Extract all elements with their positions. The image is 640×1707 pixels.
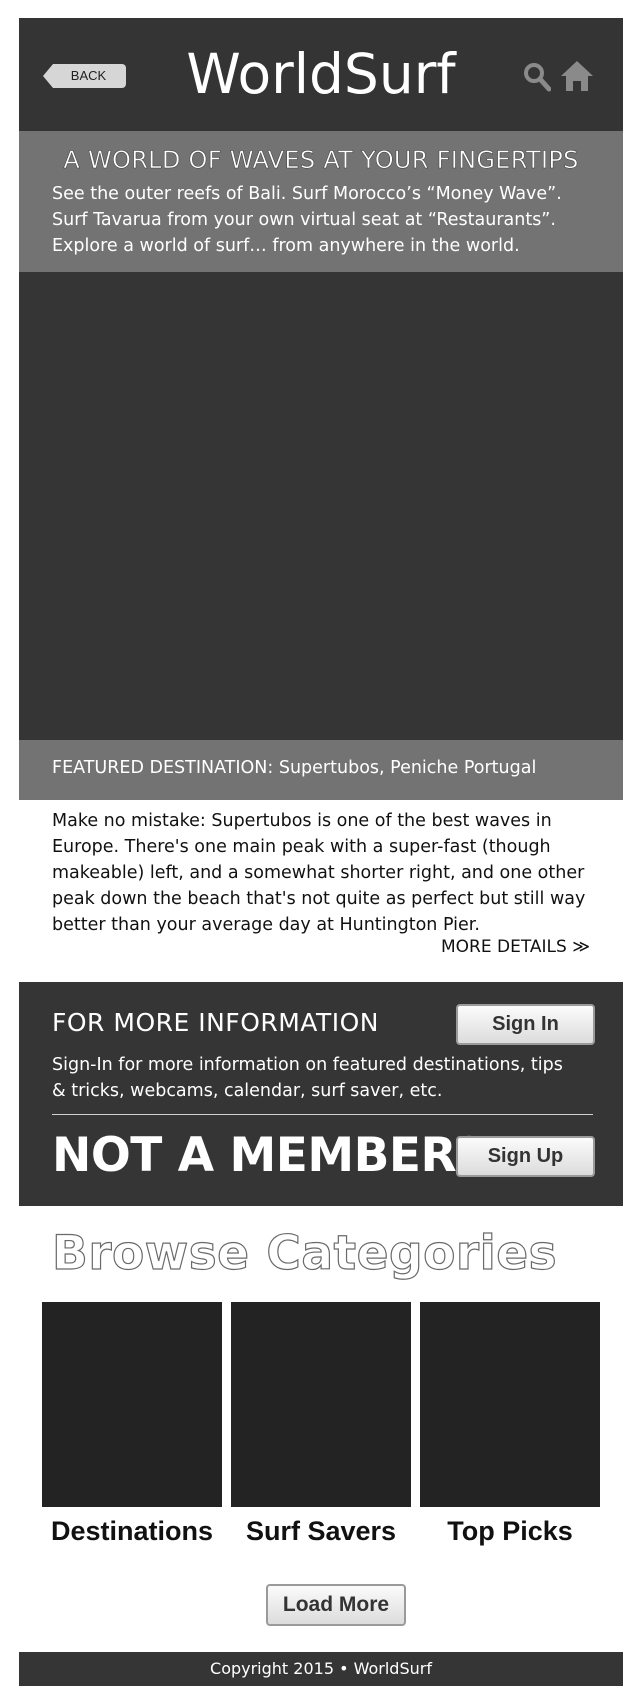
hero-media[interactable]: [19, 272, 623, 740]
category-tile-top-picks[interactable]: [420, 1302, 600, 1507]
category-label-destinations[interactable]: Destinations: [37, 1516, 227, 1547]
category-label-top-picks[interactable]: Top Picks: [415, 1516, 605, 1547]
category-label-surf-savers[interactable]: Surf Savers: [226, 1516, 416, 1547]
hero-band: A WORLD OF WAVES AT YOUR FINGERTIPS See …: [19, 131, 623, 272]
more-details-link[interactable]: MORE DETAILS ≫: [441, 937, 590, 957]
category-tile-surf-savers[interactable]: [231, 1302, 411, 1507]
featured-destination-label: FEATURED DESTINATION: Supertubos, Penich…: [52, 758, 537, 778]
category-tile-destinations[interactable]: [42, 1302, 222, 1507]
search-icon[interactable]: [523, 62, 551, 92]
featured-description: Make no mistake: Supertubos is one of th…: [52, 811, 586, 935]
hero-title: A WORLD OF WAVES AT YOUR FINGERTIPS: [63, 146, 579, 175]
home-icon[interactable]: [560, 60, 594, 92]
browse-categories-title: Browse Categories: [51, 1225, 558, 1281]
hero-text: See the outer reefs of Bali. Surf Morocc…: [52, 184, 562, 256]
info-text: Sign-In for more information on featured…: [52, 1055, 563, 1101]
load-more-button[interactable]: Load More: [266, 1584, 406, 1626]
divider: [52, 1114, 593, 1115]
not-member-heading: NOT A MEMBER?: [52, 1128, 483, 1183]
copyright-text: Copyright 2015 • WorldSurf: [210, 1659, 432, 1678]
featured-band: FEATURED DESTINATION: Supertubos, Penich…: [19, 740, 623, 800]
sign-up-button[interactable]: Sign Up: [456, 1136, 595, 1177]
info-panel: FOR MORE INFORMATION Sign In Sign-In for…: [19, 982, 623, 1206]
sign-in-button[interactable]: Sign In: [456, 1004, 595, 1045]
site-header: BACK WorldSurf: [19, 18, 623, 131]
info-title: FOR MORE INFORMATION: [52, 1008, 379, 1037]
site-footer: Copyright 2015 • WorldSurf: [19, 1652, 623, 1686]
